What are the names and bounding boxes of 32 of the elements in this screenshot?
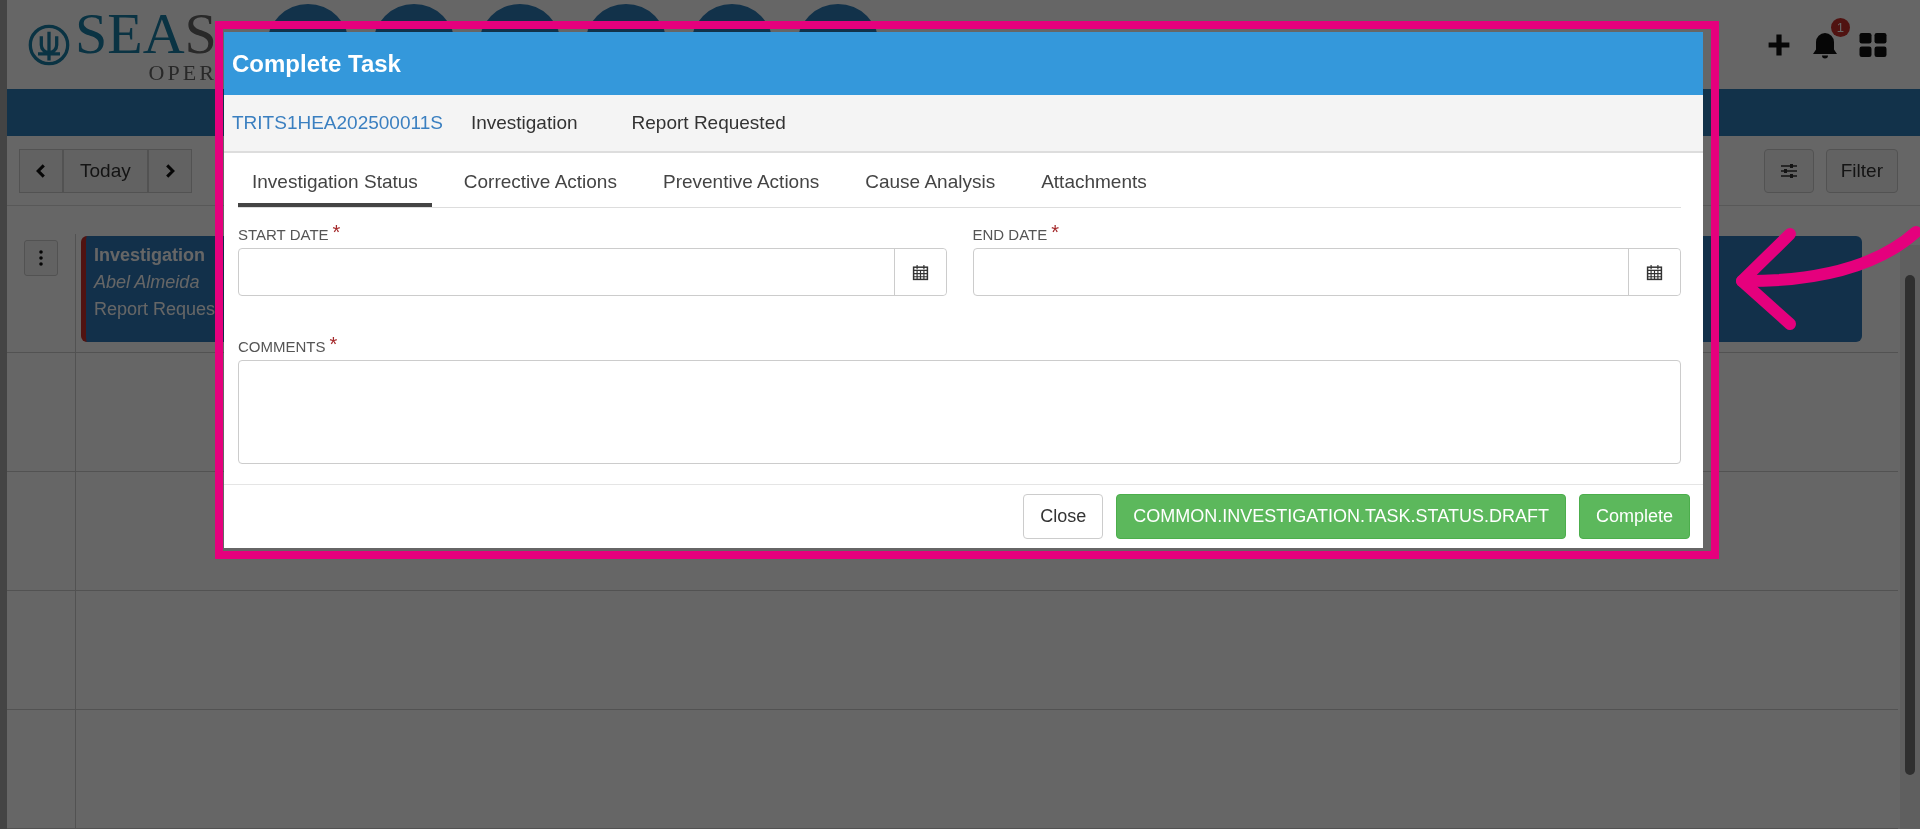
event-title: Investigation <box>94 244 205 267</box>
kebab-icon <box>39 250 43 266</box>
close-button[interactable]: Close <box>1023 494 1104 539</box>
task-type: Investigation <box>470 112 578 134</box>
chevron-left-icon <box>34 163 48 178</box>
event-assignee: Abel Almeida <box>94 271 200 294</box>
dialog-title: Complete Task <box>232 49 401 78</box>
scrollbar-thumb[interactable] <box>1905 275 1915 775</box>
field-label: START DATE <box>238 226 329 243</box>
field-label: COMMENTS <box>238 338 326 355</box>
tab[interactable]: Attachments <box>1027 153 1161 207</box>
logo-text: SEAS <box>75 5 217 62</box>
more-button[interactable] <box>24 240 58 276</box>
comments-field[interactable] <box>238 360 1681 464</box>
tab[interactable]: Cause Analysis <box>851 153 1010 207</box>
settings-button[interactable] <box>1763 148 1814 193</box>
required-mark: * <box>1051 222 1060 242</box>
trident-icon <box>27 22 71 67</box>
required-mark: * <box>332 222 341 242</box>
required-mark: * <box>329 334 338 354</box>
previous-button[interactable] <box>19 148 63 193</box>
event-status: Report Reques <box>94 298 216 321</box>
tab[interactable]: Preventive Actions <box>648 153 834 207</box>
task-status: Report Requested <box>631 112 786 134</box>
next-button[interactable] <box>147 148 192 193</box>
logo-subtitle: OPER <box>148 61 217 84</box>
reference-link[interactable]: TRITS1HEA202500011S <box>232 112 443 134</box>
tab[interactable]: Corrective Actions <box>449 153 631 207</box>
notification-badge: 1 <box>1830 17 1850 37</box>
scrollbar[interactable] <box>1900 245 1920 829</box>
tab[interactable]: Investigation Status <box>238 153 432 207</box>
field-label: END DATE <box>972 226 1048 243</box>
